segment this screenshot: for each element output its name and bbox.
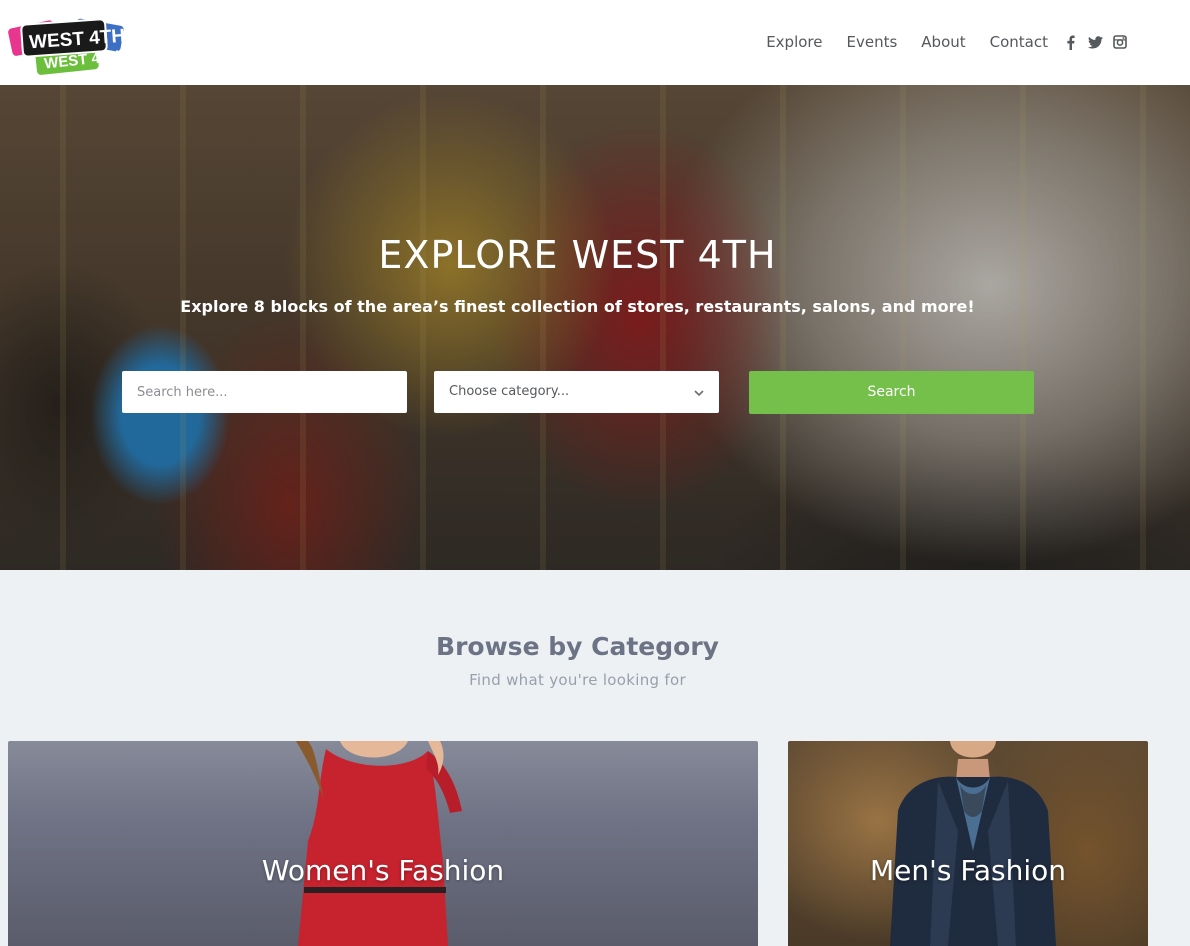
hero-title: EXPLORE WEST 4TH xyxy=(378,233,777,277)
browse-title: Browse by Category xyxy=(436,632,719,661)
category-card-mens-fashion[interactable]: Men's Fashion xyxy=(788,741,1148,946)
site-header: WEST 4TH WEST 4TH Explore Events About C… xyxy=(0,0,1190,85)
category-select[interactable]: Choose category... xyxy=(434,371,719,413)
main-nav: Explore Events About Contact xyxy=(766,28,1190,56)
browse-subtitle: Find what you're looking for xyxy=(469,671,686,689)
nav-explore[interactable]: Explore xyxy=(766,33,822,51)
hero-subtitle: Explore 8 blocks of the area’s finest co… xyxy=(180,297,975,316)
chevron-down-icon xyxy=(693,386,705,398)
hero-overlay xyxy=(0,85,1190,570)
category-select-value: Choose category... xyxy=(449,384,570,399)
twitter-icon[interactable] xyxy=(1087,34,1103,50)
mens-fashion-image xyxy=(890,741,1056,946)
search-input[interactable] xyxy=(122,371,407,413)
social-links xyxy=(1062,34,1128,50)
category-label: Men's Fashion xyxy=(870,854,1066,887)
west-4th-logo[interactable]: WEST 4TH WEST 4TH xyxy=(8,8,130,78)
nav-about[interactable]: About xyxy=(921,33,965,51)
instagram-icon[interactable] xyxy=(1112,34,1128,50)
search-button[interactable]: Search xyxy=(749,371,1034,414)
nav-events[interactable]: Events xyxy=(846,33,897,51)
category-card-womens-fashion[interactable]: Women's Fashion xyxy=(8,741,758,946)
hero-banner: EXPLORE WEST 4TH Explore 8 blocks of the… xyxy=(0,85,1190,570)
facebook-icon[interactable] xyxy=(1062,34,1078,50)
nav-contact[interactable]: Contact xyxy=(990,33,1048,51)
womens-fashion-image xyxy=(296,741,462,946)
category-label: Women's Fashion xyxy=(261,854,505,887)
